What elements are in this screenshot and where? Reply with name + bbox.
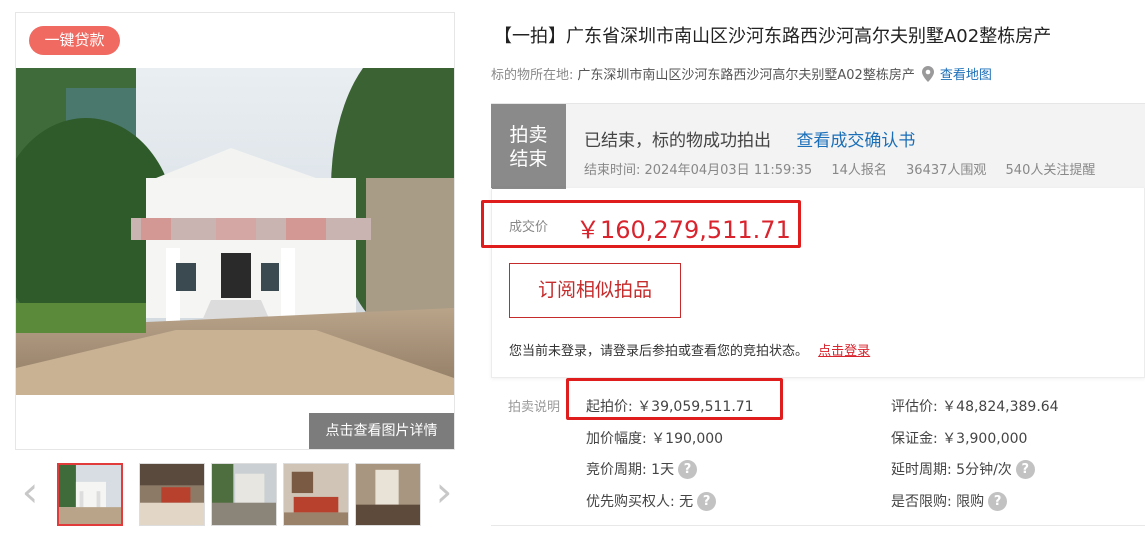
help-icon[interactable]: ? bbox=[1015, 459, 1035, 479]
signup-count: 14人报名 bbox=[831, 163, 887, 178]
thumbnail-2[interactable] bbox=[139, 463, 205, 526]
status-stats-row: 结束时间: 2024年04月03日 11:59:35 14人报名 36437人围… bbox=[584, 159, 1110, 178]
help-icon[interactable]: ? bbox=[678, 459, 698, 479]
delay-cycle: 延时周期: 5分钟/次 bbox=[891, 462, 1012, 478]
thumbnail-5[interactable] bbox=[355, 463, 421, 526]
page-title: 【一拍】广东省深圳市南山区沙河东路西沙河高尔夫别墅A02整栋房产 bbox=[494, 26, 1052, 47]
auction-notes-label[interactable]: 拍卖说明 bbox=[508, 396, 560, 415]
location-address: 广东深圳市南山区沙河东路西沙河高尔夫别墅A02整栋房产 bbox=[577, 68, 915, 83]
thumbnail-3[interactable] bbox=[211, 463, 277, 526]
appraisal-price: 评估价: ￥48,824,389.64 bbox=[891, 399, 1059, 415]
bid-cycle: 竞价周期: 1天 bbox=[586, 462, 675, 478]
priority-buyer: 优先购买权人: 无 bbox=[586, 494, 694, 510]
bid-cycle-row: 竞价周期: 1天 ? bbox=[586, 459, 698, 479]
status-tag-line1: 拍卖 bbox=[509, 124, 548, 146]
login-tip-text: 您当前未登录，请登录后参拍或查看您的竞拍状态。 bbox=[509, 344, 809, 359]
priority-buyer-row: 优先购买权人: 无 ? bbox=[586, 491, 717, 511]
image-gallery: 一键贷款 点击查看图片详情 bbox=[15, 12, 455, 450]
thumbnail-1[interactable] bbox=[57, 463, 123, 526]
end-time: 结束时间: 2024年04月03日 11:59:35 bbox=[584, 163, 813, 178]
help-icon[interactable]: ? bbox=[697, 491, 717, 511]
login-tip-row: 您当前未登录，请登录后参拍或查看您的竞拍状态。 点击登录 bbox=[509, 340, 870, 359]
view-map-link[interactable]: 查看地图 bbox=[940, 64, 992, 83]
login-link[interactable]: 点击登录 bbox=[818, 344, 870, 359]
subscribe-similar-button[interactable]: 订阅相似拍品 bbox=[509, 263, 681, 318]
view-confirmation-link[interactable]: 查看成交确认书 bbox=[796, 131, 915, 151]
status-message-row: 已结束，标的物成功拍出 查看成交确认书 bbox=[584, 126, 915, 151]
prev-arrow-icon[interactable]: ‹ bbox=[17, 471, 43, 514]
location-label: 标的物所在地: bbox=[491, 68, 574, 83]
status-tag-line2: 结束 bbox=[509, 148, 548, 170]
start-price-highlight bbox=[566, 378, 783, 420]
bid-increment: 加价幅度: ￥190,000 bbox=[586, 431, 724, 447]
villa-photo bbox=[16, 68, 454, 395]
thumbnail-strip: ‹ › bbox=[15, 460, 455, 530]
map-pin-icon bbox=[921, 65, 934, 82]
delay-cycle-row: 延时周期: 5分钟/次 ? bbox=[891, 459, 1035, 479]
follower-count: 540人关注提醒 bbox=[1005, 163, 1096, 178]
status-tag: 拍卖 结束 bbox=[491, 104, 566, 189]
purchase-limit: 是否限购: 限购 bbox=[891, 494, 985, 510]
deposit: 保证金: ￥3,900,000 bbox=[891, 431, 1028, 447]
view-count: 36437人围观 bbox=[906, 163, 987, 178]
loan-badge[interactable]: 一键贷款 bbox=[29, 26, 120, 55]
auction-status-box: 拍卖 结束 已结束，标的物成功拍出 查看成交确认书 结束时间: 2024年04月… bbox=[491, 103, 1145, 189]
next-arrow-icon[interactable]: › bbox=[431, 471, 457, 514]
bottom-divider bbox=[491, 525, 1145, 526]
view-photo-details-button[interactable]: 点击查看图片详情 bbox=[309, 413, 454, 449]
location-row: 标的物所在地: 广东深圳市南山区沙河东路西沙河高尔夫别墅A02整栋房产 查看地图 bbox=[491, 64, 992, 83]
purchase-limit-row: 是否限购: 限购 ? bbox=[891, 491, 1008, 511]
deal-price-highlight bbox=[481, 200, 801, 248]
help-icon[interactable]: ? bbox=[988, 491, 1008, 511]
main-photo[interactable] bbox=[16, 68, 454, 395]
thumbnail-4[interactable] bbox=[283, 463, 349, 526]
status-message: 已结束，标的物成功拍出 bbox=[584, 131, 771, 151]
